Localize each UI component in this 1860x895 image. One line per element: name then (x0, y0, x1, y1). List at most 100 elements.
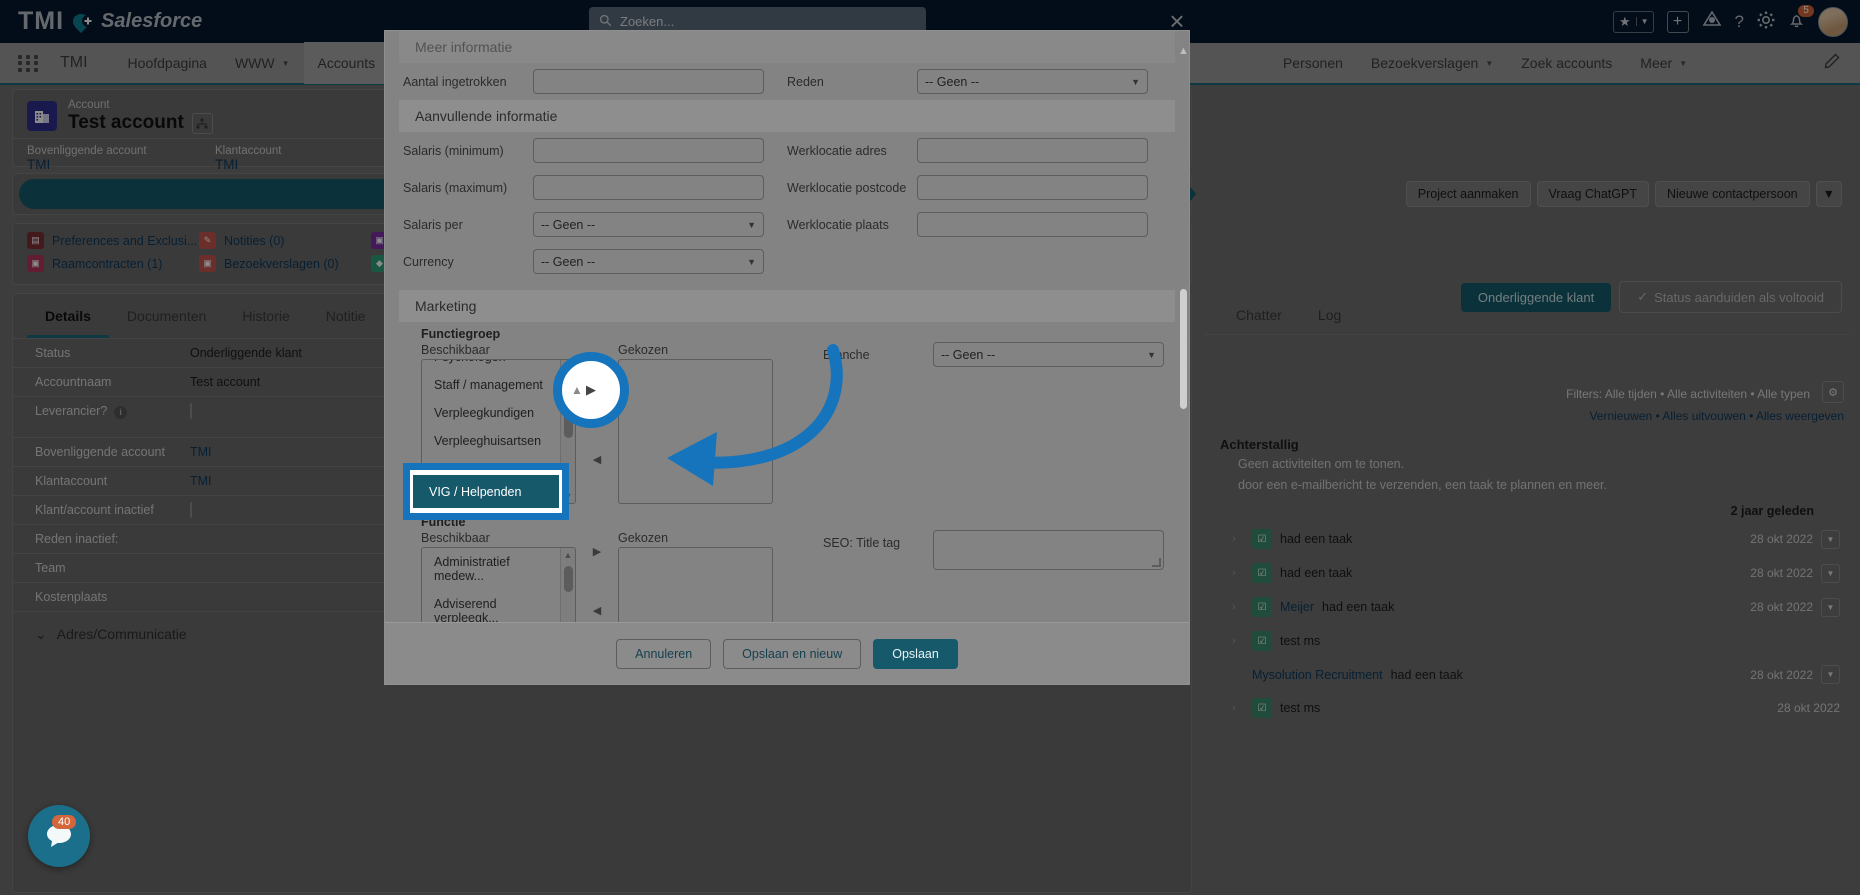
field-label: Salaris per (403, 218, 463, 232)
seo-title-textarea[interactable] (933, 530, 1164, 570)
current-status-button[interactable]: Onderliggende klant (1460, 282, 1612, 312)
chevron-right-icon[interactable]: › (1224, 563, 1244, 583)
functie-available-list[interactable]: Administratief medew... Adviserend verpl… (421, 547, 576, 622)
werklocatie-plaats-input[interactable] (917, 212, 1148, 237)
timeline-item-name[interactable]: Mysolution Recruitment (1252, 668, 1383, 682)
salaris-minimum-input[interactable] (533, 138, 764, 163)
hierarchy-icon[interactable] (191, 112, 213, 134)
salaris-maximum-input[interactable] (533, 175, 764, 200)
field-value[interactable]: TMI (27, 157, 215, 172)
edit-pencil-icon[interactable] (1824, 53, 1840, 73)
tab-details[interactable]: Details (27, 294, 109, 338)
tab-notitie[interactable]: Notitie (308, 294, 384, 338)
scrollbar-vertical[interactable]: ▲ ▼ (560, 548, 575, 622)
tab-log[interactable]: Log (1300, 293, 1359, 334)
currency-select[interactable]: -- Geen -- ▼ (533, 249, 764, 274)
nav-item-www[interactable]: WWW ▼ (221, 42, 304, 84)
highlighted-option[interactable]: VIG / Helpenden (413, 475, 559, 508)
project-aanmaken-button[interactable]: Project aanmaken (1405, 181, 1531, 207)
nav-item-label: WWW (234, 55, 275, 71)
help-icon[interactable]: ? (1735, 13, 1744, 30)
werklocatie-adres-input[interactable] (917, 138, 1148, 163)
activity-links[interactable]: Vernieuwen • Alles uitvouwen • Alles wee… (1204, 405, 1850, 427)
page-title: Test account (68, 112, 213, 134)
werklocatie-postcode-input[interactable] (917, 175, 1148, 200)
chevron-down-icon[interactable]: ▼ (1485, 59, 1493, 68)
avatar[interactable] (1818, 6, 1848, 37)
timeline-item[interactable]: › ☑ Meijer had een taak 28 okt 2022 ▼ (1210, 590, 1844, 624)
field-aantal-ingetrokken: Aantal ingetrokken (403, 69, 787, 94)
gear-icon[interactable]: ⚙ (1822, 381, 1844, 403)
nav-item-personen[interactable]: Personen (1269, 42, 1357, 84)
list-item[interactable]: Adviserend verpleegk... (422, 590, 575, 622)
checkbox[interactable] (190, 403, 192, 419)
move-left-button[interactable]: ◀ (593, 604, 601, 617)
quick-link-preferences[interactable]: ▤ Preferences and Exclusi... (27, 232, 199, 249)
chevron-right-icon[interactable]: › (1224, 631, 1244, 651)
chevron-down-icon[interactable]: ▼ (1821, 563, 1840, 583)
quick-link-notities[interactable]: ✎ Notities (0) (199, 232, 371, 249)
chevron-down-icon[interactable]: ▼ (282, 59, 290, 68)
app-launcher-icon[interactable] (18, 54, 40, 72)
contract-icon: ▣ (27, 255, 44, 272)
chevron-down-icon[interactable]: ▼ (1821, 665, 1840, 684)
move-left-button[interactable]: ◀ (593, 453, 601, 466)
list-item[interactable]: Staff / management (422, 371, 575, 399)
chevron-down-icon[interactable]: ▼ (1821, 597, 1840, 617)
add-icon[interactable]: + (1666, 10, 1689, 33)
tab-documenten[interactable]: Documenten (109, 294, 224, 338)
tab-historie[interactable]: Historie (224, 294, 307, 338)
modal-scrollbar-thumb[interactable] (1180, 289, 1187, 409)
detail-value[interactable]: TMI (190, 445, 212, 459)
scroll-up-icon[interactable]: ▲ (1178, 45, 1189, 57)
aantal-ingetrokken-input[interactable] (533, 69, 764, 94)
nav-item-bezoekverslagen[interactable]: Bezoekverslagen ▼ (1357, 42, 1507, 84)
favorites-button[interactable]: ★ ▼ (1612, 10, 1654, 33)
modal-scrollbar[interactable]: ▲ (1178, 39, 1189, 622)
info-icon[interactable]: i (114, 405, 128, 419)
timeline-item-name[interactable]: Meijer (1280, 600, 1314, 614)
timeline-item[interactable]: › ☑ had een taak 28 okt 2022 ▼ (1210, 556, 1844, 590)
nav-item-hoofdpagina[interactable]: Hoofdpagina (114, 42, 221, 84)
nav-item-zoek-accounts[interactable]: Zoek accounts (1507, 42, 1626, 84)
nieuwe-contactpersoon-button[interactable]: Nieuwe contactpersoon (1654, 181, 1810, 207)
einstein-icon[interactable] (1702, 10, 1722, 32)
quick-link-raamcontracten[interactable]: ▣ Raamcontracten (1) (27, 255, 199, 272)
quick-link-bezoekverslagen[interactable]: ▣ Bezoekverslagen (0) (199, 255, 371, 272)
reden-select[interactable]: -- Geen -- ▼ (917, 69, 1148, 94)
chevron-right-icon[interactable]: › (1224, 698, 1244, 718)
cancel-button[interactable]: Annuleren (616, 638, 712, 669)
checkbox[interactable] (190, 501, 192, 518)
detail-value[interactable]: TMI (190, 474, 212, 488)
timeline-item[interactable]: › ☑ had een taak 28 okt 2022 ▼ (1210, 522, 1844, 556)
timeline-item[interactable]: › ☑ test ms 28 okt 2022 (1210, 691, 1844, 725)
salaris-per-select[interactable]: -- Geen -- ▼ (533, 212, 764, 237)
timeline-item[interactable]: › ☑ test ms (1210, 624, 1844, 658)
chevron-down-icon[interactable]: ⌄ (35, 626, 47, 643)
field-value[interactable]: TMI (215, 157, 403, 172)
move-right-button[interactable]: ▶ (593, 545, 601, 558)
vraag-chatgpt-button[interactable]: Vraag ChatGPT (1536, 181, 1649, 207)
mark-complete-button[interactable]: ✓ Status aanduiden als voltooid (1619, 281, 1842, 313)
list-item[interactable]: Administratief medew... (422, 548, 575, 590)
functie-chosen-list[interactable] (618, 547, 773, 622)
chevron-right-icon[interactable]: › (1224, 529, 1244, 549)
list-item[interactable]: Verpleeghuisartsen (422, 427, 575, 455)
chevron-down-icon[interactable]: ▼ (1679, 59, 1687, 68)
gear-icon[interactable] (1757, 11, 1775, 32)
branche-select[interactable]: -- Geen -- ▼ (933, 342, 1164, 367)
chevron-down-icon[interactable]: ▼ (1635, 17, 1653, 26)
tab-chatter[interactable]: Chatter (1218, 293, 1300, 334)
chevron-down-icon[interactable]: ▼ (1821, 529, 1840, 549)
notifications-bell-icon[interactable]: 5 (1788, 4, 1814, 32)
list-item[interactable]: Psychologen (422, 360, 575, 371)
scroll-up-icon[interactable]: ▲ (561, 550, 575, 560)
save-button[interactable]: Opslaan (873, 638, 958, 669)
timeline-item[interactable]: Mysolution Recruitment had een taak 28 o… (1210, 658, 1844, 691)
scrollbar-thumb[interactable] (564, 566, 573, 592)
more-actions-button[interactable]: ▼ (1815, 181, 1842, 207)
list-item[interactable]: Verpleegkundigen (422, 399, 575, 427)
nav-item-meer[interactable]: Meer ▼ (1626, 42, 1701, 84)
save-and-new-button[interactable]: Opslaan en nieuw (723, 638, 862, 669)
chevron-right-icon[interactable]: › (1224, 597, 1244, 617)
